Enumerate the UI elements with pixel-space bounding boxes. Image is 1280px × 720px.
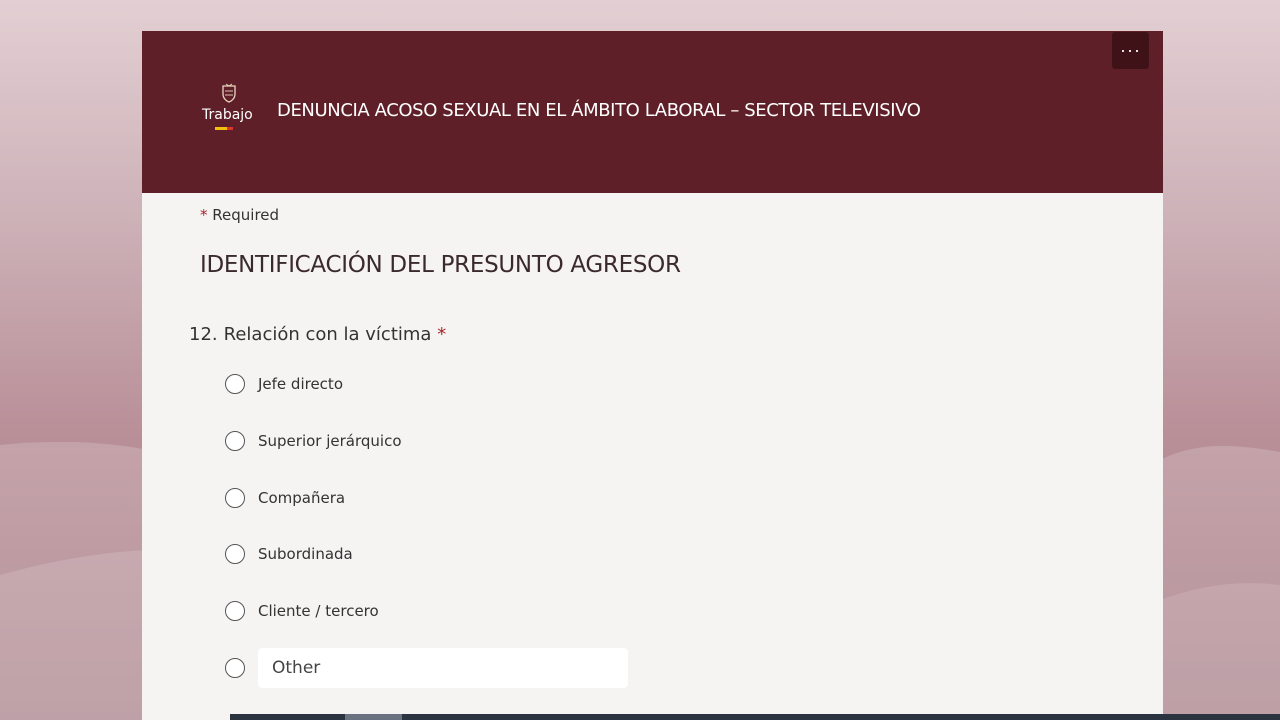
radio-button[interactable] (225, 431, 245, 451)
other-text-input[interactable] (258, 648, 628, 688)
option-cliente-tercero[interactable]: Cliente / tercero (225, 598, 379, 624)
question-number: 12. (189, 324, 218, 345)
option-jefe-directo[interactable]: Jefe directo (225, 371, 343, 397)
option-label: Compañera (258, 489, 346, 507)
option-label: Superior jerárquico (258, 432, 402, 450)
coat-of-arms-icon (222, 83, 236, 103)
question-required-star: * (437, 324, 447, 345)
option-label: Subordinada (258, 545, 353, 563)
question-text: Relación con la víctima (223, 324, 432, 345)
logo-flag-red (227, 127, 233, 130)
option-companera[interactable]: Compañera (225, 485, 345, 511)
more-options-button[interactable]: ··· (1112, 32, 1149, 69)
required-star: * (200, 206, 208, 224)
section-title: IDENTIFICACIÓN DEL PRESUNTO AGRESOR (200, 252, 681, 278)
radio-button[interactable] (225, 374, 245, 394)
option-subordinada[interactable]: Subordinada (225, 541, 353, 567)
option-superior-jerarquico[interactable]: Superior jerárquico (225, 428, 402, 454)
more-horizontal-icon: ··· (1120, 40, 1141, 60)
form-card: ··· Trabajo DENUNCIA ACOSO SEXUAL EN EL … (142, 31, 1163, 720)
logo-text: Trabajo (202, 107, 253, 123)
form-header: ··· Trabajo DENUNCIA ACOSO SEXUAL EN EL … (142, 31, 1163, 193)
scrollbar-thumb[interactable] (345, 714, 402, 720)
required-note: * Required (200, 206, 279, 224)
logo-flag-yellow (215, 127, 227, 130)
question-title: 12. Relación con la víctima * (189, 324, 446, 345)
radio-button[interactable] (225, 544, 245, 564)
option-other[interactable] (225, 648, 628, 688)
radio-button[interactable] (225, 601, 245, 621)
radio-button[interactable] (225, 488, 245, 508)
radio-button[interactable] (225, 658, 245, 678)
option-label: Cliente / tercero (258, 602, 379, 620)
trabajo-logo: Trabajo (200, 83, 256, 133)
required-label: Required (212, 206, 280, 224)
option-label: Jefe directo (258, 375, 343, 393)
form-title: DENUNCIA ACOSO SEXUAL EN EL ÁMBITO LABOR… (277, 100, 921, 121)
